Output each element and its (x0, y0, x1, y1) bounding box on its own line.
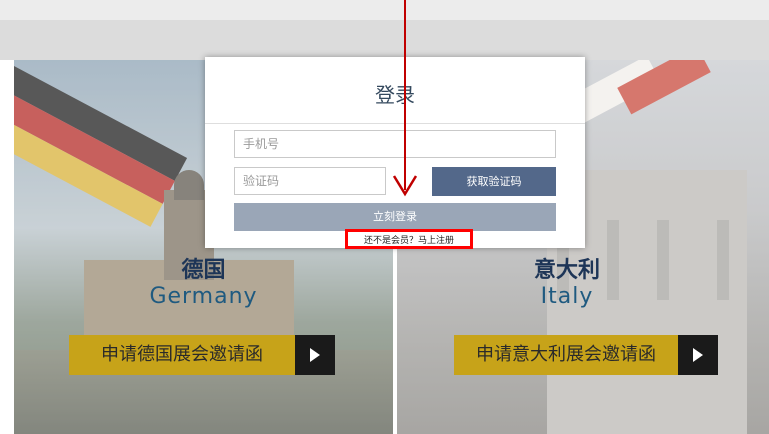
annotation-arrow-head-icon (392, 175, 418, 197)
apply-italy-label: 申请意大利展会邀请函 (454, 335, 678, 375)
login-title: 登录 (375, 83, 415, 107)
germany-title-cn: 德国 (181, 258, 226, 283)
apply-germany-label: 申请德国展会邀请函 (69, 335, 295, 375)
header-strip (0, 0, 769, 20)
login-button[interactable]: 立刻登录 (234, 203, 556, 231)
play-icon[interactable] (678, 335, 718, 375)
apply-germany-button[interactable]: 申请德国展会邀请函 (69, 335, 335, 375)
annotation-arrow-line (404, 0, 406, 190)
get-code-button[interactable]: 获取验证码 (432, 167, 556, 196)
register-link[interactable]: 还不是会员？马上注册 (345, 229, 473, 249)
title-divider (205, 123, 585, 124)
login-modal: 登录 获取验证码 立刻登录 还不是会员？马上注册 (205, 57, 585, 249)
phone-input[interactable] (234, 130, 556, 158)
apply-italy-button[interactable]: 申请意大利展会邀请函 (454, 335, 718, 375)
italy-title-cn: 意大利 (533, 258, 600, 283)
germany-title-en: Germany (149, 284, 258, 309)
top-header-bar (0, 0, 769, 60)
verification-code-input[interactable] (234, 167, 386, 195)
italy-title-en: Italy (540, 284, 594, 309)
play-icon[interactable] (295, 335, 335, 375)
